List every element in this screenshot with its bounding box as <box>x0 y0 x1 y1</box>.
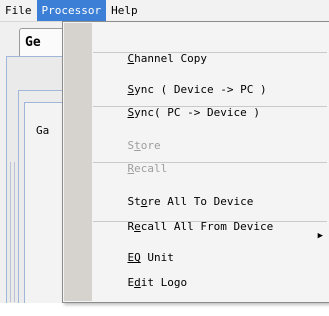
menu-item-sync-pc-to-device[interactable]: Sync( PC -> Device ) <box>93 80 329 119</box>
menu-help[interactable]: Help <box>106 0 143 21</box>
menu-separator <box>93 106 327 107</box>
submenu-arrow-icon: ▶ <box>317 231 323 241</box>
menu-item-text: it Logo <box>140 276 188 289</box>
processor-dropdown-menu: Channel Copy Sync ( Device -> PC ) Sync(… <box>62 21 329 303</box>
menu-processor[interactable]: Processor <box>36 0 107 21</box>
menu-icon-gutter <box>64 23 92 301</box>
group-label: Ga <box>36 124 50 137</box>
menu-item-recall: Recall <box>93 136 329 175</box>
menu-item-recall-all-from-device[interactable]: Recall All From Device <box>93 194 329 233</box>
menu-separator <box>93 221 327 222</box>
menu-item-store: Store <box>93 113 329 152</box>
menu-item-channel-copy[interactable]: Channel Copy <box>93 26 329 65</box>
menu-file[interactable]: File <box>0 0 37 21</box>
menu-item-store-all-to-device[interactable]: Store All To Device <box>93 169 329 208</box>
menu-item-mnemonic: d <box>134 276 141 289</box>
menu-separator <box>93 52 327 53</box>
menu-item-edit-logo[interactable]: Edit Logo <box>93 250 329 289</box>
menu-separator <box>93 162 327 163</box>
menu-item-eq-unit[interactable]: EQ Unit ▶ <box>93 225 329 264</box>
menu-item-sync-device-to-pc[interactable]: Sync ( Device -> PC ) <box>93 57 329 96</box>
tab-general[interactable]: Ge <box>19 28 67 56</box>
panel-border-line <box>14 162 15 302</box>
menu-bar: File Processor Help <box>0 0 329 22</box>
panel-border-line <box>10 162 11 302</box>
